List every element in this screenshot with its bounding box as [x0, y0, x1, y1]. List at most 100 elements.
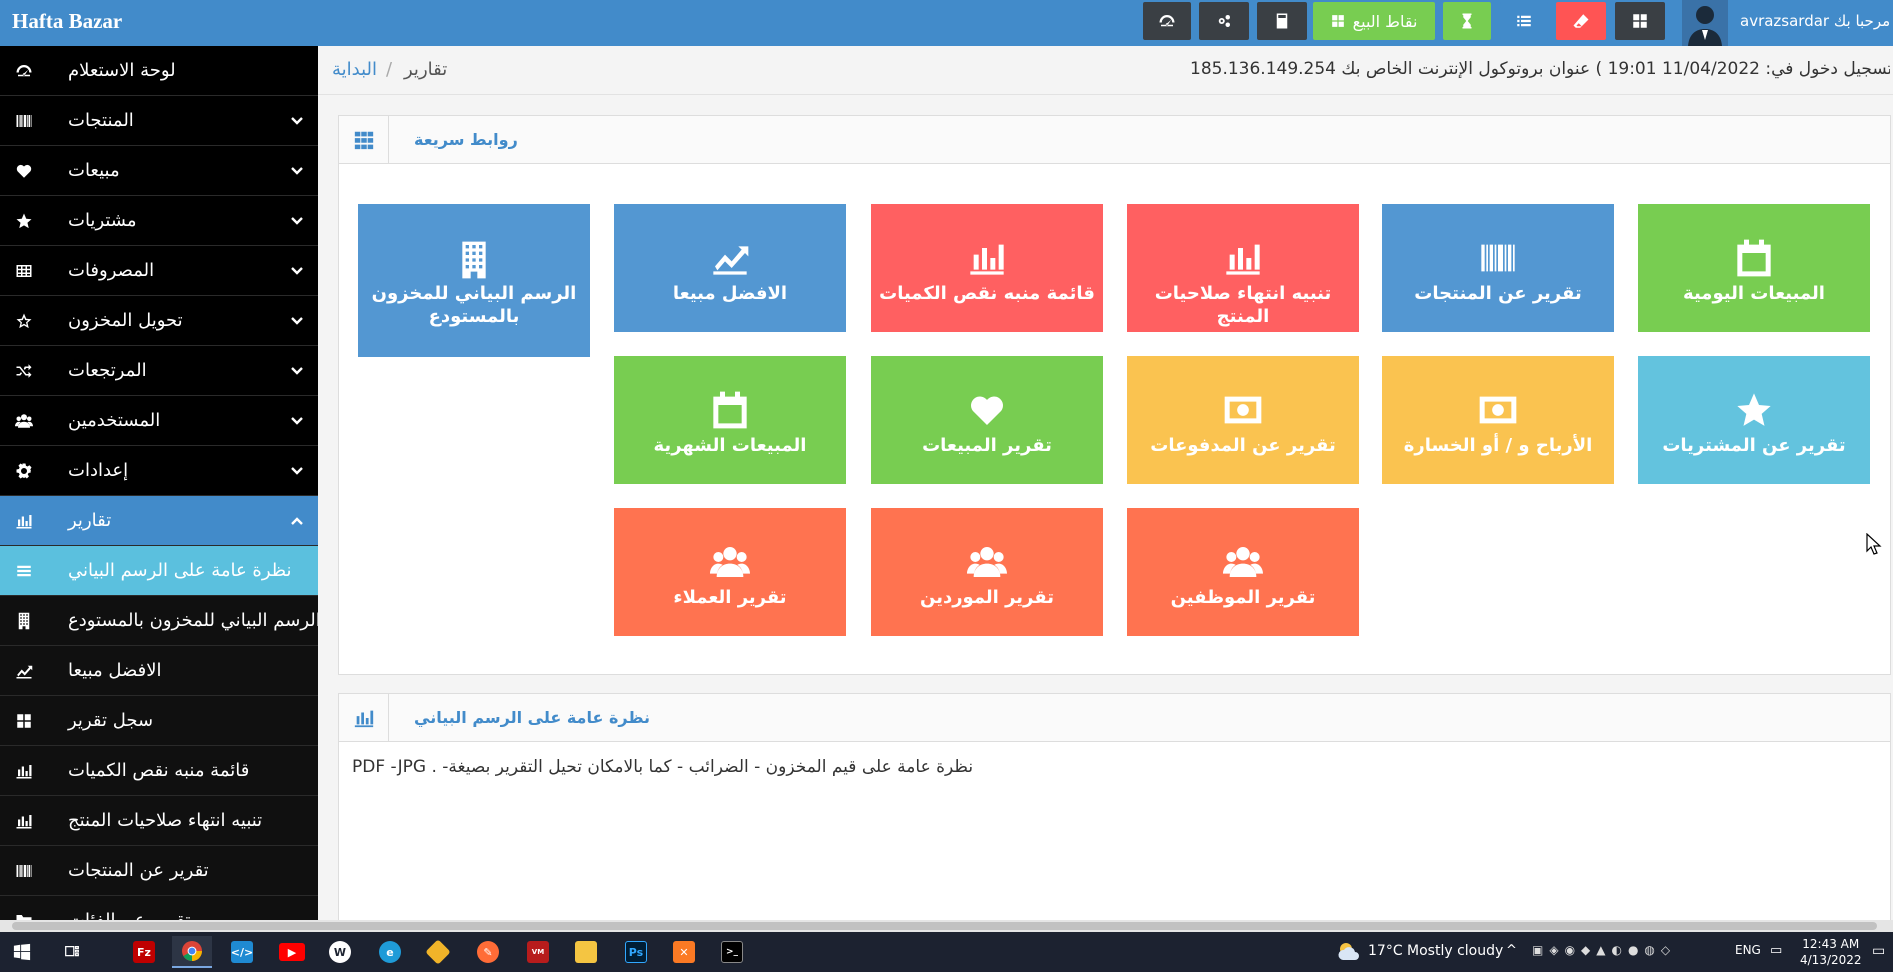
sidebar-subitem[interactable]: سجل تقرير [0, 696, 318, 746]
star-outline-icon [16, 313, 32, 329]
user-greeting[interactable]: avrazsardar مرحبا بك [1740, 12, 1890, 30]
tile-icon [1127, 390, 1359, 432]
sidebar-item[interactable]: إعدادات [0, 446, 318, 496]
clear-button[interactable] [1556, 2, 1606, 40]
terminal-app[interactable]: >_ [712, 936, 752, 968]
terminal-icon: >_ [721, 941, 743, 963]
list-button[interactable] [1500, 2, 1548, 40]
tile-icon [614, 238, 846, 280]
quick-link-tile[interactable]: الرسم البياني للمخزون بالمستودع [358, 204, 590, 357]
vscode-app[interactable]: </> [222, 936, 262, 968]
sidebar-subicon [14, 611, 34, 631]
sidebar-icon [14, 111, 34, 131]
chrome-app[interactable] [172, 936, 212, 968]
chevron-down-icon [290, 163, 304, 177]
tile-icon [871, 238, 1103, 280]
quick-link-tile[interactable]: المبيعات الشهرية [614, 356, 846, 484]
quick-link-tile[interactable]: تقرير الموردين [871, 508, 1103, 636]
sidebar-item[interactable]: لوحة الاستعلام [0, 46, 318, 96]
chevron-down-icon [290, 263, 304, 277]
sidebar-item-label: مشتريات [68, 210, 137, 231]
task-view-button[interactable] [52, 936, 92, 968]
apps-button[interactable] [1615, 2, 1665, 40]
filezilla-app[interactable]: Fz [124, 936, 164, 968]
file-explorer-app[interactable] [566, 936, 606, 968]
brand-logo[interactable]: Hafta Bazar [12, 9, 122, 34]
top-navbar: Hafta Bazar نقاط البيع avrazsardar مرحبا… [0, 0, 1893, 46]
sidebar-item[interactable]: المصروفات [0, 246, 318, 296]
sidebar-item[interactable]: تحويل المخزون [0, 296, 318, 346]
calculator-button[interactable] [1257, 2, 1307, 40]
tray-chevron-icon[interactable]: ^ [1506, 943, 1517, 958]
dashboard-button[interactable] [1143, 2, 1191, 40]
overview-toggle[interactable] [339, 694, 389, 741]
th-grid-icon [354, 131, 373, 149]
quick-link-tile[interactable]: تقرير عن المدفوعات [1127, 356, 1359, 484]
voicemeeter-app[interactable]: VM [518, 936, 558, 968]
tile-label: الرسم البياني للمخزون بالمستودع [371, 283, 577, 328]
breadcrumb-home[interactable]: البداية [332, 59, 377, 80]
quick-link-tile[interactable]: تقرير العملاء [614, 508, 846, 636]
list-icon [17, 565, 31, 577]
users-icon [1223, 547, 1263, 577]
start-button[interactable] [2, 936, 42, 968]
sidebar-icon [14, 461, 34, 481]
notifications-icon[interactable]: ▭ [1872, 943, 1885, 959]
quick-link-tile[interactable]: تنبيه انتهاء صلاحيات المنتج [1127, 204, 1359, 332]
quick-link-tile[interactable]: تقرير عن المشتريات [1638, 356, 1870, 484]
overview-header: نظرة عامة على الرسم البياني [339, 694, 1890, 742]
quick-link-tile[interactable]: تقرير الموظفين [1127, 508, 1359, 636]
sidebar-subitem[interactable]: الافضل مبيعا [0, 646, 318, 696]
pos-button[interactable]: نقاط البيع [1313, 2, 1435, 40]
sidebar-item[interactable]: المنتجات [0, 96, 318, 146]
alerts-button[interactable] [1443, 2, 1491, 40]
quick-link-tile[interactable]: الأرباح و / أو الخسارة [1382, 356, 1614, 484]
sidebar-subitem[interactable]: نظرة عامة على الرسم البياني [0, 546, 318, 596]
sidebar-item-label: المنتجات [68, 110, 134, 131]
sidebar-subitem[interactable]: قائمة منبه نقص الكميات [0, 746, 318, 796]
line-chart-icon [713, 246, 749, 275]
sidebar-item[interactable]: مشتريات [0, 196, 318, 246]
clock-time: 12:43 AM [1802, 937, 1860, 951]
clock[interactable]: 12:43 AM 4/13/2022 [1800, 936, 1862, 968]
users-icon [710, 547, 750, 577]
quick-link-tile[interactable]: تقرير عن المنتجات [1382, 204, 1614, 332]
bar-chart-icon [970, 244, 1004, 275]
word-app[interactable]: W [320, 936, 360, 968]
photoshop-app[interactable]: Ps [616, 936, 656, 968]
quick-link-tile[interactable]: قائمة منبه نقص الكميات [871, 204, 1103, 332]
apps-grid-icon [1633, 14, 1647, 28]
horizontal-scrollbar[interactable] [0, 920, 1893, 932]
tile-label: الأرباح و / أو الخسارة [1403, 435, 1593, 456]
sidebar-item[interactable]: المرتجعات [0, 346, 318, 396]
sidebar-subitem[interactable]: الرسم البياني للمخزون بالمستودع [0, 596, 318, 646]
sidebar-item[interactable]: تقارير [0, 496, 318, 546]
word-icon: W [329, 941, 351, 963]
settings-button[interactable] [1199, 2, 1249, 40]
windows-icon [13, 943, 31, 961]
sidebar-subitem[interactable]: تقرير عن المنتجات [0, 846, 318, 896]
postman-app[interactable]: ✎ [468, 936, 508, 968]
edge-app[interactable]: e [370, 936, 410, 968]
youtube-app[interactable]: ▶ [272, 936, 312, 968]
quick-link-tile[interactable]: تقرير المبيعات [871, 356, 1103, 484]
weather-text[interactable]: 17°C Mostly cloudy [1368, 943, 1503, 959]
tile-icon [1638, 238, 1870, 280]
tray-icons[interactable]: ▣◈◉◆▲◐●◍◇ [1532, 943, 1676, 957]
sidebar-item[interactable]: المستخدمين [0, 396, 318, 446]
network-icon[interactable]: ▭ [1770, 943, 1782, 958]
sidebar-item[interactable]: مبيعات [0, 146, 318, 196]
sidebar-icon [14, 211, 34, 231]
users-icon [15, 414, 33, 428]
avatar[interactable] [1682, 0, 1728, 46]
quick-link-tile[interactable]: المبيعات اليومية [1638, 204, 1870, 332]
xampp-app[interactable]: ✕ [664, 936, 704, 968]
quick-links-toggle[interactable] [339, 116, 389, 163]
sidebar-subitem[interactable]: تنبيه انتهاء صلاحيات المنتج [0, 796, 318, 846]
sidebar-subitem[interactable]: تقرير عن الفئات [0, 896, 318, 920]
git-app[interactable] [418, 936, 458, 968]
sidebar-icon [14, 511, 34, 531]
quick-link-tile[interactable]: الافضل مبيعا [614, 204, 846, 332]
language-indicator[interactable]: ENG [1735, 943, 1761, 957]
scrollbar-thumb[interactable] [12, 922, 1877, 930]
